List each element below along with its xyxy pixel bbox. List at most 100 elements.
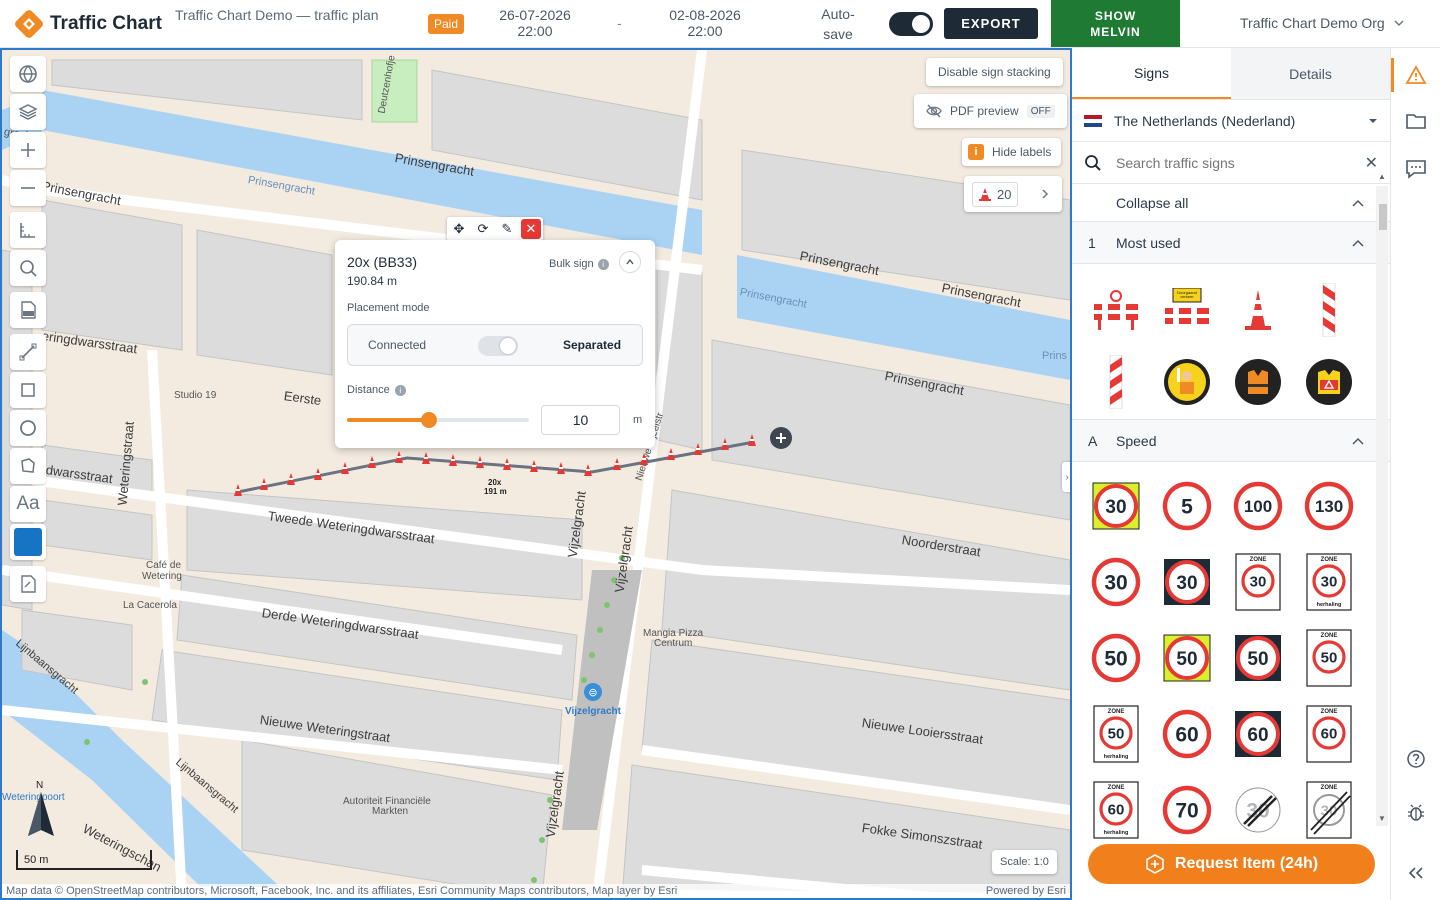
distance-slider-handle[interactable] xyxy=(420,412,437,428)
logo[interactable]: Traffic Chart xyxy=(14,8,162,40)
speed-grid: 30 5 100 130 30 30 ZONE 30 ZONE 30 herhaling 50 50 50… xyxy=(1072,462,1390,854)
delete-button[interactable]: ✕ xyxy=(521,219,541,239)
speed-value: 60 xyxy=(1247,725,1268,746)
search-input[interactable] xyxy=(1116,154,1346,171)
sign-traffic-cone[interactable] xyxy=(1222,274,1293,346)
sign-vest-warning[interactable] xyxy=(1293,346,1364,418)
show-melvin-button[interactable]: SHOW MELVIN xyxy=(1051,0,1180,47)
speed-sign[interactable]: ZONE 50 xyxy=(1293,620,1364,696)
scroll-up-arrow[interactable]: ▲ xyxy=(1378,172,1386,181)
speed-sign[interactable]: ZONE 50 herhaling xyxy=(1080,696,1151,772)
speed-sign[interactable]: ZONE 30 herhaling xyxy=(1293,544,1364,620)
cone-line-layer[interactable] xyxy=(2,50,1070,898)
speed-sign[interactable]: 60 xyxy=(1151,696,1222,772)
collapse-popup-button[interactable] xyxy=(619,251,641,273)
tab-signs[interactable]: Signs xyxy=(1072,48,1231,99)
speed-sign[interactable]: ZONE30 xyxy=(1222,544,1293,620)
speed-sign[interactable]: 5 xyxy=(1151,468,1222,544)
placement-mode-switch[interactable]: Connected Separated xyxy=(347,324,643,366)
color-picker-button[interactable] xyxy=(10,524,46,560)
collapse-all-row[interactable]: Collapse all xyxy=(1072,184,1390,222)
request-item-button[interactable]: Request Item (24h) xyxy=(1088,844,1375,884)
autosave-toggle[interactable] xyxy=(889,12,933,36)
zoom-in-button[interactable] xyxy=(10,132,46,168)
notes-button[interactable] xyxy=(10,566,46,602)
speed-sign[interactable]: 60 xyxy=(1222,696,1293,772)
section-speed[interactable]: A Speed xyxy=(1072,420,1390,462)
panel-scrollbar[interactable]: ▲ ▼ xyxy=(1376,172,1388,826)
edit-button[interactable]: ✎ xyxy=(495,217,519,241)
layers-button[interactable] xyxy=(10,94,46,130)
placement-toggle[interactable] xyxy=(478,336,518,356)
folder-button[interactable] xyxy=(1403,108,1429,134)
tab-details[interactable]: Details xyxy=(1231,48,1390,99)
sign-barrier-light[interactable] xyxy=(1080,274,1151,346)
sign-worker-vest[interactable] xyxy=(1222,346,1293,418)
connected-option[interactable]: Connected xyxy=(368,338,426,352)
distance-slider[interactable] xyxy=(347,412,529,428)
section-index: 1 xyxy=(1088,234,1096,251)
note-icon xyxy=(21,575,36,593)
help-button[interactable] xyxy=(1403,746,1429,772)
bug-report-button[interactable] xyxy=(1403,800,1429,826)
speed-sign[interactable]: 50 xyxy=(1080,620,1151,696)
speed-sign[interactable]: 30 xyxy=(1151,544,1222,620)
speed-sign[interactable]: 50 xyxy=(1151,620,1222,696)
draw-polygon-button[interactable] xyxy=(10,448,46,484)
speed-sign[interactable]: 30 xyxy=(1080,468,1151,544)
speed-sign[interactable]: 100 xyxy=(1222,468,1293,544)
section-label: Speed xyxy=(1116,432,1157,449)
sign-stacking-button[interactable]: Disable sign stacking xyxy=(926,58,1063,86)
start-date[interactable]: 26-07-2026 22:00 xyxy=(490,7,580,39)
speed-sign[interactable]: ZONE30 xyxy=(1293,772,1364,848)
speed-sign[interactable]: 130 xyxy=(1293,468,1364,544)
speed-sign[interactable]: 50 xyxy=(1222,620,1293,696)
zoom-out-button[interactable] xyxy=(10,170,46,206)
clear-search-icon[interactable]: ✕ xyxy=(1365,153,1378,173)
plan-name[interactable]: Traffic Chart Demo — traffic plan xyxy=(175,7,385,23)
speed-value: 130 xyxy=(1314,497,1342,516)
rotate-button[interactable]: ⟳ xyxy=(471,217,495,241)
sign-road-closed-barrier[interactable]: Doorgaand verkeer xyxy=(1151,274,1222,346)
country-select[interactable]: The Netherlands (Nederland) xyxy=(1072,100,1390,142)
sign-search[interactable]: ✕ xyxy=(1072,142,1390,184)
speed-sign[interactable]: ZONE 60 xyxy=(1293,696,1364,772)
speed-limit-icon: ZONE 30 herhaling xyxy=(1305,553,1352,611)
distance-input[interactable] xyxy=(541,405,620,435)
map-canvas[interactable]: Prinsengracht Prinsengracht Prinsengrach… xyxy=(0,48,1072,900)
scroll-down-arrow[interactable]: ▼ xyxy=(1378,814,1386,823)
measure-button[interactable] xyxy=(10,212,46,248)
cone-icon xyxy=(979,188,991,201)
pdf-import-button[interactable] xyxy=(10,292,46,328)
globe-button[interactable] xyxy=(10,56,46,92)
section-most-used[interactable]: 1 Most used xyxy=(1072,222,1390,264)
sign-delineator-post[interactable] xyxy=(1293,274,1364,346)
move-button[interactable]: ✥ xyxy=(447,217,471,241)
search-map-button[interactable] xyxy=(10,250,46,286)
speed-sign[interactable]: 70 xyxy=(1151,772,1222,848)
text-tool-button[interactable]: Aa xyxy=(10,486,46,522)
speed-sign[interactable]: 30 xyxy=(1222,772,1293,848)
collapse-panel-button[interactable] xyxy=(1403,860,1429,886)
export-button[interactable]: EXPORT xyxy=(944,8,1038,39)
bulk-sign-popup: 20x (BB33) 190.84 m Bulk sign i Placemen… xyxy=(335,240,655,448)
speed-limit-icon: ZONE 60 xyxy=(1305,705,1352,763)
panel-collapse-handle[interactable]: › xyxy=(1062,462,1070,492)
sign-flagger[interactable] xyxy=(1151,346,1222,418)
scrollbar-thumb[interactable] xyxy=(1379,204,1387,230)
draw-rectangle-button[interactable] xyxy=(10,372,46,408)
org-selector[interactable]: Traffic Chart Demo Org xyxy=(1240,15,1405,31)
separated-option[interactable]: Separated xyxy=(563,338,621,352)
speed-sign[interactable]: ZONE 60 herhaling xyxy=(1080,772,1151,848)
road-closed-barrier-icon: Doorgaandverkeer xyxy=(1164,288,1209,324)
comments-button[interactable] xyxy=(1403,156,1429,182)
warning-button[interactable] xyxy=(1403,62,1429,88)
draw-circle-button[interactable] xyxy=(10,410,46,446)
draw-line-button[interactable] xyxy=(10,334,46,370)
cone-counter[interactable]: 20 xyxy=(964,176,1062,212)
speed-sign[interactable]: 30 xyxy=(1080,544,1151,620)
hide-labels-button[interactable]: i Hide labels xyxy=(962,138,1062,166)
sign-delineator-post-left[interactable] xyxy=(1080,346,1151,418)
end-date[interactable]: 02-08-2026 22:00 xyxy=(660,7,750,39)
pdf-preview-toggle[interactable]: PDF preview OFF xyxy=(914,94,1067,128)
